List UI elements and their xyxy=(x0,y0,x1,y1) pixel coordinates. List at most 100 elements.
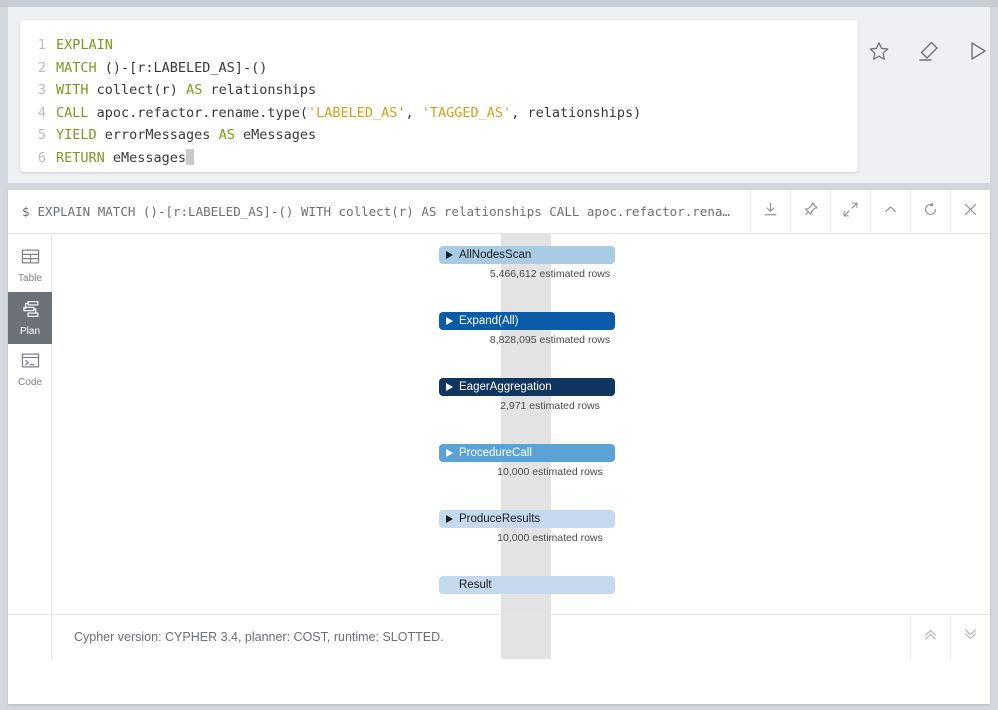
code-token-kw: CALL xyxy=(56,104,89,121)
sidebar-item-code-label: Code xyxy=(18,377,42,388)
query-editor-card[interactable]: 1 EXPLAIN 2 MATCH ()-[r:LABELED_AS]-() 3 WITH… xyxy=(20,20,858,172)
sidebar-item-plan[interactable]: Plan xyxy=(8,292,52,344)
plan-operator-box[interactable]: EagerAggregation xyxy=(439,378,615,396)
view-tab-rail: Table Plan Code xyxy=(8,234,52,659)
table-icon xyxy=(20,248,41,270)
sidebar-item-code[interactable]: Code xyxy=(8,344,52,396)
plan-operator-gap xyxy=(439,284,615,312)
prompt-symbol: $ xyxy=(22,204,30,219)
plan-operator-gap xyxy=(439,548,615,576)
code-token-kw: AS xyxy=(186,82,203,98)
plan-operator-label: ProduceResults xyxy=(459,513,541,525)
pin-button[interactable] xyxy=(790,190,830,233)
line-number: 3 xyxy=(37,82,46,98)
close-button[interactable] xyxy=(950,190,990,233)
expand-triangle-icon[interactable] xyxy=(446,317,453,325)
code-icon xyxy=(20,352,41,374)
query-editor-area: 1 EXPLAIN 2 MATCH ()-[r:LABELED_AS]-() 3 WITH… xyxy=(8,7,990,183)
code-token-kw: WITH xyxy=(56,82,89,98)
code-line: 4 CALL apoc.refactor.rename.type('LABELED… xyxy=(20,102,858,125)
collapse-button[interactable] xyxy=(870,190,910,233)
download-button[interactable] xyxy=(750,190,790,233)
plan-status-text: Cypher version: CYPHER 3.4, planner: COS… xyxy=(74,630,444,644)
fullscreen-button[interactable] xyxy=(830,190,870,233)
plan-operator: Result xyxy=(439,576,615,614)
frame-footer: Cypher version: CYPHER 3.4, planner: COS… xyxy=(8,614,990,659)
code-token-txt: eMessages xyxy=(234,127,317,143)
run-button[interactable] xyxy=(963,36,990,66)
plan-operator-gap xyxy=(439,482,615,510)
code-token-kw: RETURN xyxy=(56,149,105,166)
code-token-txt: errorMessages xyxy=(96,127,219,143)
favorite-button[interactable] xyxy=(866,36,893,66)
expand-icon xyxy=(842,201,859,223)
clear-button[interactable] xyxy=(915,36,942,66)
plan-operator: AllNodesScan 5,466,612 estimated rows xyxy=(439,246,615,312)
code-token-txt: ()-[r:LABELED_AS]-() xyxy=(96,59,268,76)
frame-query-string: EXPLAIN MATCH ()-[r:LABELED_AS]-() WITH … xyxy=(37,204,730,219)
sidebar-item-plan-label: Plan xyxy=(19,325,40,337)
code-line: 2 MATCH ()-[r:LABELED_AS]-() xyxy=(20,57,858,80)
plan-operator: ProduceResults 10,000 estimated rows xyxy=(439,510,615,576)
plan-operator-rows: 5,466,612 estimated rows xyxy=(489,268,611,280)
plan-operator-rows: 2,971 estimated rows xyxy=(500,400,600,412)
line-number: 4 xyxy=(37,104,46,121)
code-token-str: 'TAGGED_AS' xyxy=(421,104,512,121)
plan-operator: ProcedureCall 10,000 estimated rows xyxy=(439,444,615,510)
code-line: 6 RETURN eMessages xyxy=(20,147,858,170)
plan-operator-box[interactable]: Result xyxy=(439,576,615,594)
expand-triangle-icon[interactable] xyxy=(446,251,453,259)
sidebar-item-table-label: Table xyxy=(18,273,42,284)
code-token-txt: , relationships) xyxy=(511,104,642,121)
expand-triangle-icon[interactable] xyxy=(446,515,453,523)
window-top-strip xyxy=(0,0,998,7)
code-token-kw: YIELD xyxy=(56,127,97,143)
plan-operator: Expand(All) 8,828,095 estimated rows xyxy=(439,312,615,378)
plan-operator: EagerAggregation 2,971 estimated rows xyxy=(439,378,615,444)
code-token-txt: collect(r) xyxy=(88,82,187,98)
close-icon xyxy=(962,201,979,223)
scroll-top-button[interactable] xyxy=(910,615,950,659)
plan-operator-label: ProcedureCall xyxy=(459,447,532,459)
double-chevron-down-icon xyxy=(961,625,980,649)
download-icon xyxy=(762,201,779,223)
double-chevron-up-icon xyxy=(921,625,940,649)
result-frame: $ EXPLAIN MATCH ()-[r:LABELED_AS]-() WIT… xyxy=(8,190,990,704)
refresh-icon xyxy=(922,201,939,223)
code-line: 1 EXPLAIN xyxy=(20,34,858,57)
plan-icon xyxy=(20,300,41,323)
plan-operator-box[interactable]: ProcedureCall xyxy=(439,444,615,462)
code-token-txt: eMessages xyxy=(104,149,187,166)
frame-query-text[interactable]: $ EXPLAIN MATCH ()-[r:LABELED_AS]-() WIT… xyxy=(8,190,750,233)
chevron-up-icon xyxy=(882,201,899,223)
plan-operator-box[interactable]: Expand(All) xyxy=(439,312,615,330)
eraser-icon xyxy=(916,39,940,63)
frame-body: Table Plan Code AllNodesScan 5,466,612 e… xyxy=(8,234,990,659)
scroll-bottom-button[interactable] xyxy=(950,615,990,659)
plan-operator-gap xyxy=(439,350,615,378)
plan-operator-rows: 8,828,095 estimated rows xyxy=(489,334,611,346)
frame-toolbar xyxy=(750,190,990,233)
frame-header: $ EXPLAIN MATCH ()-[r:LABELED_AS]-() WIT… xyxy=(8,190,990,234)
query-plan-canvas[interactable]: AllNodesScan 5,466,612 estimated rows Expa… xyxy=(52,234,990,659)
plan-operator-box[interactable]: AllNodesScan xyxy=(439,246,615,264)
code-token-txt: apoc.refactor.rename.type( xyxy=(88,104,308,121)
sidebar-item-table[interactable]: Table xyxy=(8,240,52,292)
plan-operator-label: AllNodesScan xyxy=(459,249,532,261)
code-token-kw: EXPLAIN xyxy=(56,37,113,53)
line-number: 2 xyxy=(37,59,46,76)
refresh-button[interactable] xyxy=(910,190,950,233)
code-token-str: 'LABELED_AS' xyxy=(307,104,406,121)
plan-operator-box[interactable]: ProduceResults xyxy=(439,510,615,528)
plan-operator-label: Result xyxy=(459,579,492,591)
pin-icon xyxy=(802,201,819,223)
line-number: 6 xyxy=(37,149,46,166)
code-token-kw: AS xyxy=(218,127,235,143)
expand-triangle-icon[interactable] xyxy=(446,449,453,457)
neo4j-browser-app: 1 EXPLAIN 2 MATCH ()-[r:LABELED_AS]-() 3 WITH… xyxy=(0,0,998,710)
expand-triangle-icon[interactable] xyxy=(446,383,453,391)
plan-operator-label: Expand(All) xyxy=(459,315,519,327)
play-icon xyxy=(965,39,989,63)
cypher-code[interactable]: 1 EXPLAIN 2 MATCH ()-[r:LABELED_AS]-() 3 WITH… xyxy=(20,20,858,169)
code-token-kw: MATCH xyxy=(56,59,97,76)
